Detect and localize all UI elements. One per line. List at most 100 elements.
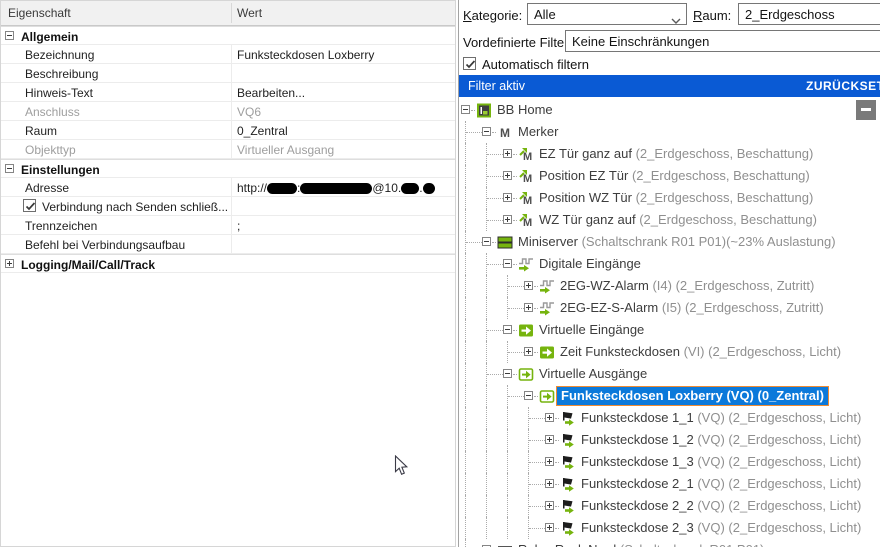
property-value[interactable]: Virtueller Ausgang xyxy=(237,143,334,157)
property-row[interactable]: Anschluss VQ6 xyxy=(1,102,455,121)
property-value[interactable]: Bearbeiten... xyxy=(237,86,305,100)
tree-row[interactable]: M EZ Tür ganz auf (2_Erdgeschoss, Beschat… xyxy=(459,143,880,165)
expand-plus-icon[interactable] xyxy=(524,347,533,356)
property-value[interactable]: http://: @10.. xyxy=(237,181,435,195)
property-value[interactable]: VQ6 xyxy=(237,105,261,119)
tree-item-label[interactable]: Position WZ Tür (2_Erdgeschoss, Beschatt… xyxy=(539,190,813,205)
tree-item-label[interactable]: Zeit Funksteckdosen (VI) (2_Erdgeschoss,… xyxy=(560,344,841,359)
property-value[interactable]: ; xyxy=(237,219,240,233)
room-dropdown[interactable]: 2_Erdgeschoss xyxy=(738,3,880,25)
collapse-minus-icon[interactable] xyxy=(503,369,512,378)
tree-item-label[interactable]: Virtuelle Eingänge xyxy=(539,322,644,337)
expand-plus-icon[interactable] xyxy=(545,457,554,466)
property-group-row[interactable]: Logging/Mail/Call/Track xyxy=(1,254,455,273)
tree-item-label[interactable]: BB Home xyxy=(497,102,553,117)
tree-row[interactable]: M Position WZ Tür (2_Erdgeschoss, Beschat… xyxy=(459,187,880,209)
tree-item-label[interactable]: Miniserver (Schaltschrank R01 P01)(~23% … xyxy=(518,234,836,249)
property-row[interactable]: Raum 0_Zentral xyxy=(1,121,455,140)
collapse-minus-icon[interactable] xyxy=(5,31,14,40)
tree-item-label[interactable]: Virtuelle Ausgänge xyxy=(539,366,647,381)
property-row[interactable]: Bezeichnung Funksteckdosen Loxberry xyxy=(1,45,455,64)
tree-connector-line xyxy=(534,352,538,353)
tree-item-label[interactable]: 2EG-EZ-S-Alarm (I5) (2_Erdgeschoss, Zutr… xyxy=(560,300,824,315)
tree-item-label[interactable]: Funksteckdose 2_2 (VQ) (2_Erdgeschoss, L… xyxy=(581,498,861,513)
collapse-minus-icon[interactable] xyxy=(503,325,512,334)
device-output-icon xyxy=(560,433,577,448)
tree-item-label[interactable]: Relay Rack Nord (Schaltschrank R01 P01) xyxy=(518,542,764,547)
expand-plus-icon[interactable] xyxy=(524,303,533,312)
property-group-row[interactable]: Einstellungen xyxy=(1,159,455,178)
collapse-minus-icon[interactable] xyxy=(5,164,14,173)
category-dropdown[interactable]: Alle xyxy=(527,3,687,25)
tree-connector-line xyxy=(508,286,524,287)
tree-row[interactable]: Funksteckdose 2_1 (VQ) (2_Erdgeschoss, L… xyxy=(459,473,880,495)
property-checkbox[interactable] xyxy=(23,199,36,212)
tree-item-label[interactable]: EZ Tür ganz auf (2_Erdgeschoss, Beschatt… xyxy=(539,146,813,161)
expand-plus-icon[interactable] xyxy=(503,215,512,224)
property-row[interactable]: Verbindung nach Senden schließ... xyxy=(1,197,455,216)
tree-row[interactable]: Virtuelle Eingänge xyxy=(459,319,880,341)
tree-item-label[interactable]: Funksteckdose 2_1 (VQ) (2_Erdgeschoss, L… xyxy=(581,476,861,491)
auto-filter-checkbox[interactable] xyxy=(463,57,476,70)
property-group-row[interactable]: Allgemein xyxy=(1,26,455,45)
property-value[interactable]: Funksteckdosen Loxberry xyxy=(237,48,374,62)
property-value[interactable]: 0_Zentral xyxy=(237,124,288,138)
expand-plus-icon[interactable] xyxy=(545,523,554,532)
collapse-minus-icon[interactable] xyxy=(482,237,491,246)
tree-item-label[interactable]: 2EG-WZ-Alarm (I4) (2_Erdgeschoss, Zutrit… xyxy=(560,278,814,293)
expand-plus-icon[interactable] xyxy=(524,281,533,290)
expand-plus-icon[interactable] xyxy=(5,259,14,268)
tree-item-label-selected[interactable]: Funksteckdosen Loxberry (VQ) (0_Zentral) xyxy=(556,386,829,406)
tree-row[interactable]: Funksteckdose 2_3 (VQ) (2_Erdgeschoss, L… xyxy=(459,517,880,539)
reset-filter-button[interactable]: ZURÜCKSETZEN xyxy=(806,79,880,93)
expand-plus-icon[interactable] xyxy=(503,149,512,158)
tree-row[interactable]: 2EG-EZ-S-Alarm (I5) (2_Erdgeschoss, Zutr… xyxy=(459,297,880,319)
collapse-minus-icon[interactable] xyxy=(503,259,512,268)
tree-row[interactable]: BB Home xyxy=(459,99,880,121)
tree-item-label[interactable]: Funksteckdose 1_2 (VQ) (2_Erdgeschoss, L… xyxy=(581,432,861,447)
property-row[interactable]: Befehl bei Verbindungsaufbau xyxy=(1,235,455,254)
expand-plus-icon[interactable] xyxy=(545,435,554,444)
property-row[interactable]: Adresse http://: @10.. xyxy=(1,178,455,197)
tree-connector-line xyxy=(555,440,559,441)
tree-row[interactable]: Funksteckdose 1_3 (VQ) (2_Erdgeschoss, L… xyxy=(459,451,880,473)
tree-item-label[interactable]: Digitale Eingänge xyxy=(539,256,641,271)
tree-row[interactable]: Funksteckdose 2_2 (VQ) (2_Erdgeschoss, L… xyxy=(459,495,880,517)
tree-row[interactable]: Miniserver (Schaltschrank R01 P01)(~23% … xyxy=(459,231,880,253)
expand-plus-icon[interactable] xyxy=(503,193,512,202)
tree-row[interactable]: Funksteckdose 1_2 (VQ) (2_Erdgeschoss, L… xyxy=(459,429,880,451)
tree-item-label[interactable]: Position EZ Tür (2_Erdgeschoss, Beschatt… xyxy=(539,168,810,183)
expand-plus-icon[interactable] xyxy=(545,501,554,510)
tree-row[interactable]: Digitale Eingänge xyxy=(459,253,880,275)
expand-plus-icon[interactable] xyxy=(545,479,554,488)
collapse-minus-icon[interactable] xyxy=(524,391,533,400)
tree-row[interactable]: Zeit Funksteckdosen (VI) (2_Erdgeschoss,… xyxy=(459,341,880,363)
tree-row[interactable]: Funksteckdose 1_1 (VQ) (2_Erdgeschoss, L… xyxy=(459,407,880,429)
property-row[interactable]: Objekttyp Virtueller Ausgang xyxy=(1,140,455,159)
property-row[interactable]: Hinweis-Text Bearbeiten... xyxy=(1,83,455,102)
tree-row[interactable]: 2EG-WZ-Alarm (I4) (2_Erdgeschoss, Zutrit… xyxy=(459,275,880,297)
collapse-minus-icon[interactable] xyxy=(461,105,470,114)
column-divider xyxy=(231,235,232,253)
tree-item-label[interactable]: Funksteckdose 1_3 (VQ) (2_Erdgeschoss, L… xyxy=(581,454,861,469)
tree-row[interactable]: M WZ Tür ganz auf (2_Erdgeschoss, Beschat… xyxy=(459,209,880,231)
tree-item-suffix: (I4) (2_Erdgeschoss, Zutritt) xyxy=(648,278,815,293)
tree-item-label[interactable]: Funksteckdose 2_3 (VQ) (2_Erdgeschoss, L… xyxy=(581,520,861,535)
tree-item-label[interactable]: Funksteckdose 1_1 (VQ) (2_Erdgeschoss, L… xyxy=(581,410,861,425)
tree-item-label[interactable]: WZ Tür ganz auf (2_Erdgeschoss, Beschatt… xyxy=(539,212,817,227)
header-column-divider xyxy=(231,3,232,23)
expand-plus-icon[interactable] xyxy=(545,413,554,422)
predefined-filter-input[interactable]: Keine Einschränkungen xyxy=(565,30,880,52)
tree-item-label[interactable]: Merker xyxy=(518,124,558,139)
property-row[interactable]: Trennzeichen; xyxy=(1,216,455,235)
tree-row[interactable]: M Merker xyxy=(459,121,880,143)
tree-connector-line xyxy=(507,429,508,451)
tree-row[interactable]: Relay Rack Nord (Schaltschrank R01 P01) xyxy=(459,539,880,547)
tree-row[interactable]: Virtuelle Ausgänge xyxy=(459,363,880,385)
tree-row[interactable]: Funksteckdosen Loxberry (VQ) (0_Zentral) xyxy=(459,385,880,407)
column-divider xyxy=(231,197,232,215)
property-row[interactable]: Beschreibung xyxy=(1,64,455,83)
tree-row[interactable]: M Position EZ Tür (2_Erdgeschoss, Beschat… xyxy=(459,165,880,187)
collapse-minus-icon[interactable] xyxy=(482,127,491,136)
expand-plus-icon[interactable] xyxy=(503,171,512,180)
